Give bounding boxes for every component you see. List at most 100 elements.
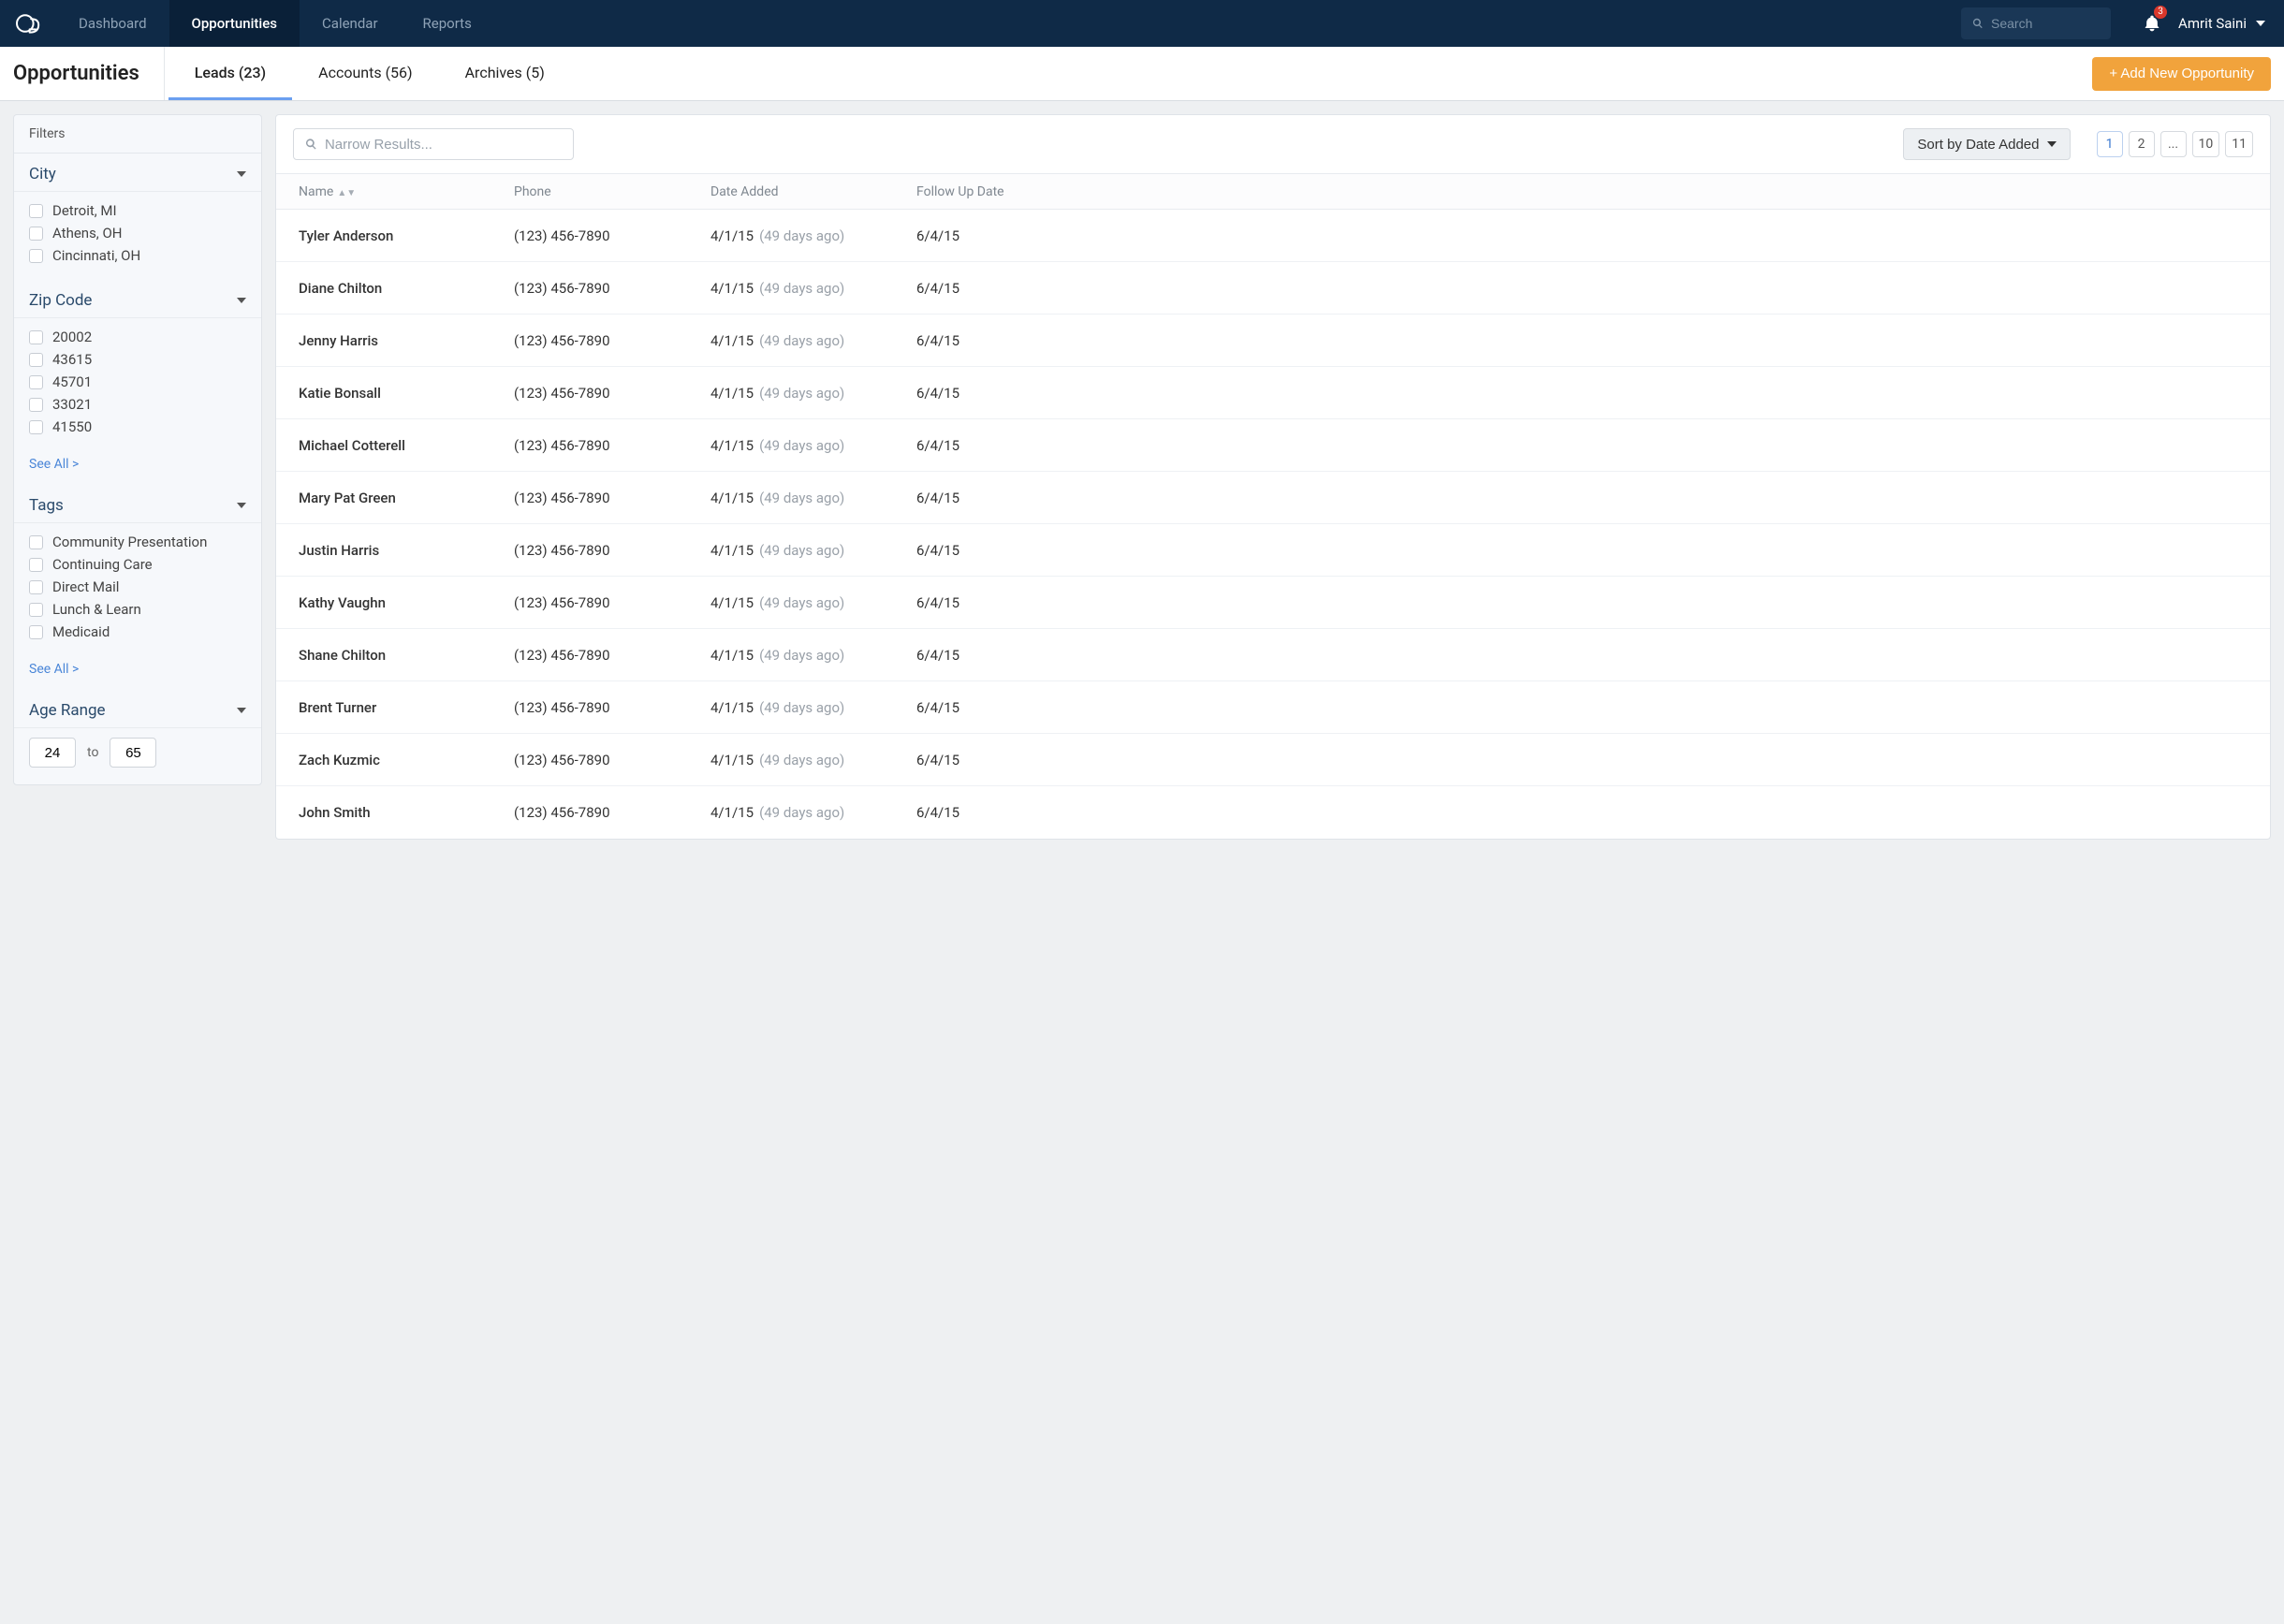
table-row[interactable]: Shane Chilton(123) 456-78904/1/15(49 day…	[276, 629, 2270, 681]
cell-name: Michael Cotterell	[299, 437, 514, 454]
checkbox[interactable]	[29, 227, 43, 241]
filter-tags-toggle[interactable]: Tags	[14, 485, 261, 523]
tag-option[interactable]: Medicaid	[29, 621, 246, 643]
zip-option[interactable]: 41550	[29, 416, 246, 438]
zip-label: 33021	[52, 396, 92, 413]
cell-date: 4/1/15(49 days ago)	[710, 437, 916, 454]
cell-phone: (123) 456-7890	[514, 490, 710, 506]
cell-phone: (123) 456-7890	[514, 542, 710, 559]
checkbox[interactable]	[29, 603, 43, 617]
age-to-input[interactable]	[110, 738, 156, 768]
cell-name: Brent Turner	[299, 699, 514, 716]
tag-option[interactable]: Community Presentation	[29, 531, 246, 553]
cell-name: Diane Chilton	[299, 280, 514, 297]
city-option[interactable]: Athens, OH	[29, 222, 246, 244]
narrow-results[interactable]	[293, 128, 574, 160]
nav-opportunities[interactable]: Opportunities	[169, 0, 300, 47]
tag-option[interactable]: Lunch & Learn	[29, 598, 246, 621]
checkbox[interactable]	[29, 535, 43, 549]
nav-dashboard[interactable]: Dashboard	[56, 0, 169, 47]
checkbox[interactable]	[29, 330, 43, 344]
filter-city-toggle[interactable]: City	[14, 154, 261, 192]
checkbox[interactable]	[29, 204, 43, 218]
search-icon	[305, 138, 317, 151]
cell-date-relative: (49 days ago)	[759, 804, 844, 821]
checkbox[interactable]	[29, 580, 43, 594]
narrow-results-input[interactable]	[325, 137, 562, 153]
checkbox[interactable]	[29, 420, 43, 434]
cell-phone: (123) 456-7890	[514, 437, 710, 454]
tag-label: Community Presentation	[52, 534, 207, 550]
global-search-input[interactable]	[1991, 16, 2100, 31]
user-menu[interactable]: Amrit Saini	[2178, 0, 2265, 47]
cell-name: Tyler Anderson	[299, 227, 514, 244]
add-opportunity-button[interactable]: + Add New Opportunity	[2092, 57, 2271, 91]
sort-indicator-icon: ▲▼	[337, 188, 356, 198]
checkbox[interactable]	[29, 249, 43, 263]
age-range-row: to	[14, 728, 261, 784]
nav-calendar[interactable]: Calendar	[300, 0, 401, 47]
tab-accounts-[interactable]: Accounts (56)	[292, 47, 438, 100]
cell-phone: (123) 456-7890	[514, 647, 710, 664]
age-to-label: to	[87, 745, 98, 760]
page-2[interactable]: 2	[2129, 131, 2155, 157]
filter-tags-title: Tags	[29, 496, 64, 515]
zip-option[interactable]: 45701	[29, 371, 246, 393]
city-label: Detroit, MI	[52, 202, 117, 219]
page-1[interactable]: 1	[2097, 131, 2123, 157]
cell-name: Katie Bonsall	[299, 385, 514, 402]
checkbox[interactable]	[29, 353, 43, 367]
cell-date-relative: (49 days ago)	[759, 647, 844, 664]
cell-phone: (123) 456-7890	[514, 385, 710, 402]
table-row[interactable]: Kathy Vaughn(123) 456-78904/1/15(49 days…	[276, 577, 2270, 629]
nav-reports[interactable]: Reports	[401, 0, 494, 47]
cell-phone: (123) 456-7890	[514, 594, 710, 611]
table-row[interactable]: Justin Harris(123) 456-78904/1/15(49 day…	[276, 524, 2270, 577]
zip-option[interactable]: 20002	[29, 326, 246, 348]
col-name-label: Name	[299, 184, 333, 199]
global-search[interactable]	[1961, 7, 2111, 39]
zip-see-all[interactable]: See All >	[14, 451, 261, 485]
table-row[interactable]: Michael Cotterell(123) 456-78904/1/15(49…	[276, 419, 2270, 472]
age-from-input[interactable]	[29, 738, 76, 768]
zip-option[interactable]: 43615	[29, 348, 246, 371]
city-option[interactable]: Cincinnati, OH	[29, 244, 246, 267]
tag-option[interactable]: Continuing Care	[29, 553, 246, 576]
col-phone-header[interactable]: Phone	[514, 184, 710, 199]
cell-followup: 6/4/15	[916, 385, 2247, 402]
col-follow-header[interactable]: Follow Up Date	[916, 184, 2247, 199]
table-row[interactable]: Zach Kuzmic(123) 456-78904/1/15(49 days …	[276, 734, 2270, 786]
tags-see-all[interactable]: See All >	[14, 656, 261, 690]
notifications-button[interactable]: 3	[2143, 0, 2161, 47]
cell-phone: (123) 456-7890	[514, 332, 710, 349]
results-toolbar: Sort by Date Added 12...1011	[276, 115, 2270, 174]
filter-zip-toggle[interactable]: Zip Code	[14, 280, 261, 318]
tab-archives-[interactable]: Archives (5)	[439, 47, 571, 100]
city-option[interactable]: Detroit, MI	[29, 199, 246, 222]
table-row[interactable]: Tyler Anderson(123) 456-78904/1/15(49 da…	[276, 210, 2270, 262]
filter-age-toggle[interactable]: Age Range	[14, 690, 261, 728]
table-row[interactable]: Diane Chilton(123) 456-78904/1/15(49 day…	[276, 262, 2270, 315]
cell-name: Jenny Harris	[299, 332, 514, 349]
filter-zip-options: 200024361545701 33021 41550	[14, 318, 261, 451]
cell-followup: 6/4/15	[916, 332, 2247, 349]
zip-option[interactable]: 33021	[29, 393, 246, 416]
table-row[interactable]: Mary Pat Green(123) 456-78904/1/15(49 da…	[276, 472, 2270, 524]
chevron-down-icon	[237, 171, 246, 177]
checkbox[interactable]	[29, 398, 43, 412]
page-10[interactable]: 10	[2192, 131, 2220, 157]
page-11[interactable]: 11	[2225, 131, 2253, 157]
cell-date-relative: (49 days ago)	[759, 385, 844, 402]
checkbox[interactable]	[29, 625, 43, 639]
checkbox[interactable]	[29, 375, 43, 389]
sort-button[interactable]: Sort by Date Added	[1903, 128, 2070, 160]
table-row[interactable]: Katie Bonsall(123) 456-78904/1/15(49 day…	[276, 367, 2270, 419]
tab-leads-[interactable]: Leads (23)	[168, 47, 292, 100]
col-name-header[interactable]: Name ▲▼	[299, 184, 514, 199]
col-date-header[interactable]: Date Added	[710, 184, 916, 199]
checkbox[interactable]	[29, 558, 43, 572]
table-row[interactable]: Brent Turner(123) 456-78904/1/15(49 days…	[276, 681, 2270, 734]
tag-option[interactable]: Direct Mail	[29, 576, 246, 598]
table-row[interactable]: John Smith(123) 456-78904/1/15(49 days a…	[276, 786, 2270, 839]
table-row[interactable]: Jenny Harris(123) 456-78904/1/15(49 days…	[276, 315, 2270, 367]
